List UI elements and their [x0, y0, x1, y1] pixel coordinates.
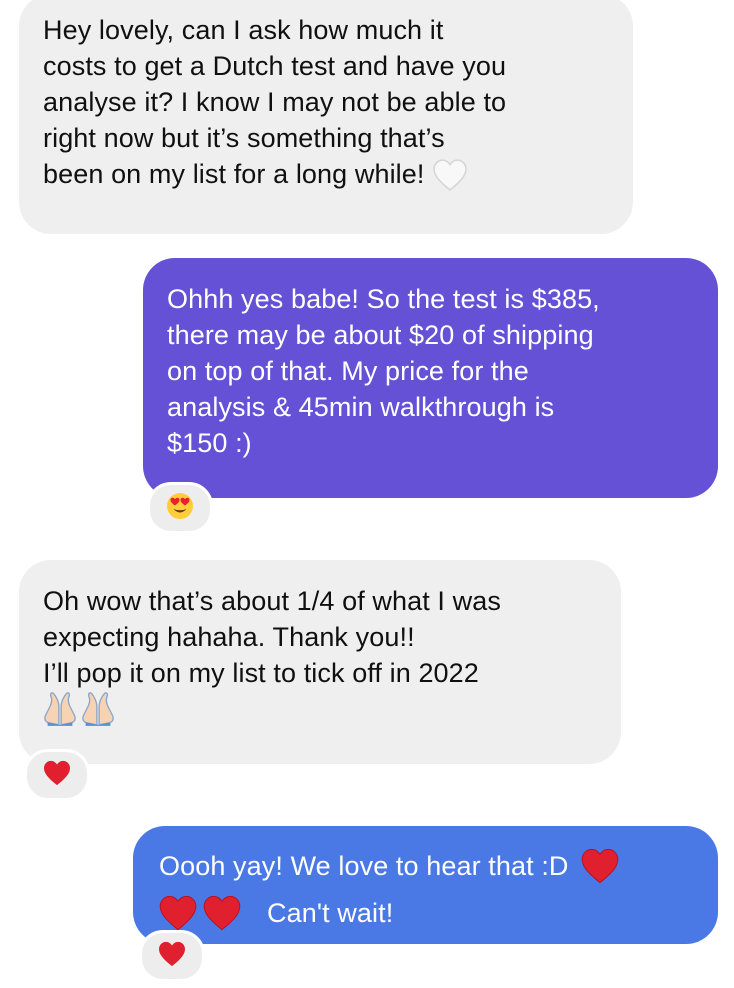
message-first-line: Oooh yay! We love to hear that :D — [159, 848, 692, 893]
message-text-line: I’ll pop it on my list to tick off in 20… — [43, 658, 479, 688]
red-heart-emoji-icon — [43, 760, 71, 791]
heart-eyes-emoji-icon — [166, 492, 194, 525]
outgoing-message-bubble[interactable]: Oooh yay! We love to hear that :D Can't … — [133, 826, 718, 944]
message-text-line: been on my list for a long while! — [43, 159, 425, 189]
message-text-line: Oh wow that’s about 1/4 of what I was — [43, 586, 501, 616]
message-reaction-badge[interactable] — [139, 930, 205, 982]
message-text-line: Can't wait! — [267, 898, 394, 928]
message-text-line: $150 :) — [167, 428, 252, 458]
red-heart-icon — [581, 848, 619, 893]
message-text-line: analysis & 45min walkthrough is — [167, 392, 555, 422]
message-text-line: Hey lovely, can I ask how much it — [43, 15, 444, 45]
emoji-line — [43, 691, 597, 731]
message-text-line: there may be about $20 of shipping — [167, 320, 594, 350]
message-text-line: Ohhh yes babe! So the test is $385, — [167, 284, 600, 314]
message-text-line: on top of that. My price for the — [167, 356, 529, 386]
message-second-line: Can't wait! — [159, 895, 692, 940]
praying-hands-icon — [81, 691, 115, 736]
message-reaction-badge[interactable] — [24, 749, 90, 801]
praying-hands-icon — [43, 691, 77, 736]
red-heart-icon — [203, 895, 241, 940]
message-last-line: been on my list for a long while! — [43, 156, 609, 200]
message-text-line: right now but it’s something that’s — [43, 123, 445, 153]
red-heart-emoji-icon — [158, 941, 186, 972]
message-text-line: Oooh yay! We love to hear that :D — [159, 851, 569, 881]
message-text-line: expecting hahaha. Thank you!! — [43, 622, 415, 652]
message-text-line: analyse it? I know I may not be able to — [43, 87, 507, 117]
message-text-line: costs to get a Dutch test and have you — [43, 51, 507, 81]
incoming-message-bubble[interactable]: Oh wow that’s about 1/4 of what I was ex… — [19, 560, 621, 764]
incoming-message-bubble[interactable]: Hey lovely, can I ask how much it costs … — [19, 0, 633, 234]
outgoing-message-bubble[interactable]: Ohhh yes babe! So the test is $385, ther… — [143, 258, 718, 498]
white-heart-icon — [433, 159, 467, 200]
message-reaction-badge[interactable] — [147, 482, 213, 534]
